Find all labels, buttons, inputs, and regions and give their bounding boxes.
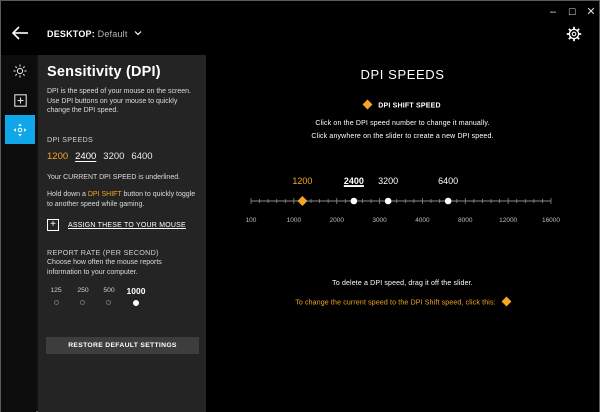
report-rate-500[interactable]: 500 (97, 287, 121, 294)
dpi-main-area: DPI SPEEDS DPI SHIFT SPEED Click on the … (206, 55, 599, 412)
report-rate-radio-500[interactable] (106, 300, 111, 305)
dpi-shift-highlight: DPI SHIFT (87, 191, 122, 198)
slider-tick-label: 3000 (372, 217, 387, 224)
current-dpi-note: Your CURRENT DPI SPEED is underlined. (47, 174, 181, 181)
shift-change-hint-label: To change the current speed to the DPI S… (295, 299, 496, 307)
slider-tick-label: 4000 (415, 217, 430, 224)
rail-item-assignments[interactable] (5, 86, 35, 114)
sun-icon (13, 64, 27, 78)
dpi-speed-list: 1200 2400 3200 6400 (47, 151, 153, 162)
report-rate-radio-1000[interactable] (133, 300, 139, 306)
close-icon[interactable]: ✕ (584, 6, 598, 18)
shift-speed-legend-label: DPI SHIFT SPEED (378, 102, 441, 110)
dpi-point-6400[interactable] (444, 197, 452, 205)
slider-tick-label: 12000 (499, 217, 517, 224)
dpi-point-label-3200[interactable]: 3200 (378, 176, 398, 186)
gear-icon[interactable] (566, 26, 582, 42)
app-window: – ☐ ✕ DESKTOP: Default Sensitivity (DPI)… (0, 0, 600, 412)
main-title: DPI SPEEDS (360, 67, 445, 82)
device-label: DESKTOP: (47, 29, 95, 39)
slider-tick-label: 1000 (287, 217, 302, 224)
maximize-icon[interactable]: ☐ (565, 6, 579, 18)
dpi-speed-2400[interactable]: 2400 (75, 151, 96, 162)
dpi-point-label-2400[interactable]: 2400 (344, 176, 364, 186)
chevron-down-icon (134, 31, 142, 36)
diamond-icon (362, 99, 373, 110)
instruction-manual: Click on the DPI speed number to change … (315, 120, 490, 127)
report-rate-250[interactable]: 250 (71, 287, 95, 294)
report-rate-1000[interactable]: 1000 (124, 286, 148, 296)
report-rate-125[interactable]: 125 (44, 287, 68, 294)
slider-tick-label: 2000 (329, 217, 344, 224)
restore-defaults-button[interactable]: RESTORE DEFAULT SETTINGS (46, 337, 199, 354)
settings-panel: Sensitivity (DPI) DPI is the speed of yo… (38, 55, 206, 412)
plus-box-icon: + (47, 219, 59, 231)
delete-hint: To delete a DPI speed, drag it off the s… (332, 280, 473, 287)
slider-tick-label: 8000 (458, 217, 473, 224)
dpi-speed-6400[interactable]: 6400 (131, 151, 152, 162)
rail-item-pointer[interactable] (5, 115, 35, 144)
rail-item-lighting[interactable] (5, 57, 35, 85)
report-rate-label: REPORT RATE (PER SECOND) (47, 248, 159, 257)
dpi-point-label-1200[interactable]: 1200 (292, 176, 312, 186)
dpi-slider[interactable]: 100 1000 2000 3000 4000 8000 12000 16000 1200 240… (206, 165, 599, 235)
dpi-shift-hint: Hold down a DPI SHIFT button to quickly … (47, 190, 199, 209)
panel-description: DPI is the speed of your mouse on the sc… (47, 88, 191, 115)
report-rate-radio-250[interactable] (80, 300, 85, 305)
dpi-point-3200[interactable] (384, 197, 392, 205)
dpi-speeds-label: DPI SPEEDS (47, 135, 94, 144)
move-icon (13, 123, 27, 136)
set-shift-speed-icon[interactable] (501, 296, 512, 307)
dpi-speed-3200[interactable]: 3200 (103, 151, 124, 162)
slider-tick-label: 16000 (542, 217, 560, 224)
dpi-point-label-6400[interactable]: 6400 (438, 176, 458, 186)
dpi-shift-hint-text-1: Hold down a (47, 191, 88, 198)
navigation-rail (1, 55, 36, 412)
assign-to-mouse-link[interactable]: + ASSIGN THESE TO YOUR MOUSE (47, 219, 186, 231)
back-arrow-icon[interactable] (9, 23, 31, 43)
dpi-point-2400[interactable] (350, 197, 358, 205)
shift-speed-legend: DPI SHIFT SPEED (206, 99, 599, 110)
profile-label: Default (97, 29, 128, 39)
plus-square-icon (13, 93, 27, 107)
slider-tick-label: 100 (246, 217, 257, 224)
title-bar: – ☐ ✕ DESKTOP: Default (1, 1, 599, 55)
minimize-icon[interactable]: – (546, 6, 560, 18)
dpi-speed-1200[interactable]: 1200 (47, 151, 68, 162)
report-rate-radio-125[interactable] (54, 300, 59, 305)
instruction-slider: Click anywhere on the slider to create a… (311, 133, 494, 140)
device-profile-selector[interactable]: DESKTOP: Default (47, 29, 142, 39)
shift-change-hint: To change the current speed to the DPI S… (206, 296, 599, 307)
dpi-point-1200[interactable] (297, 196, 308, 206)
assign-label: ASSIGN THESE TO YOUR MOUSE (68, 221, 186, 229)
report-rate-description: Choose how often the mouse reports infor… (47, 259, 162, 276)
panel-title: Sensitivity (DPI) (47, 64, 161, 80)
